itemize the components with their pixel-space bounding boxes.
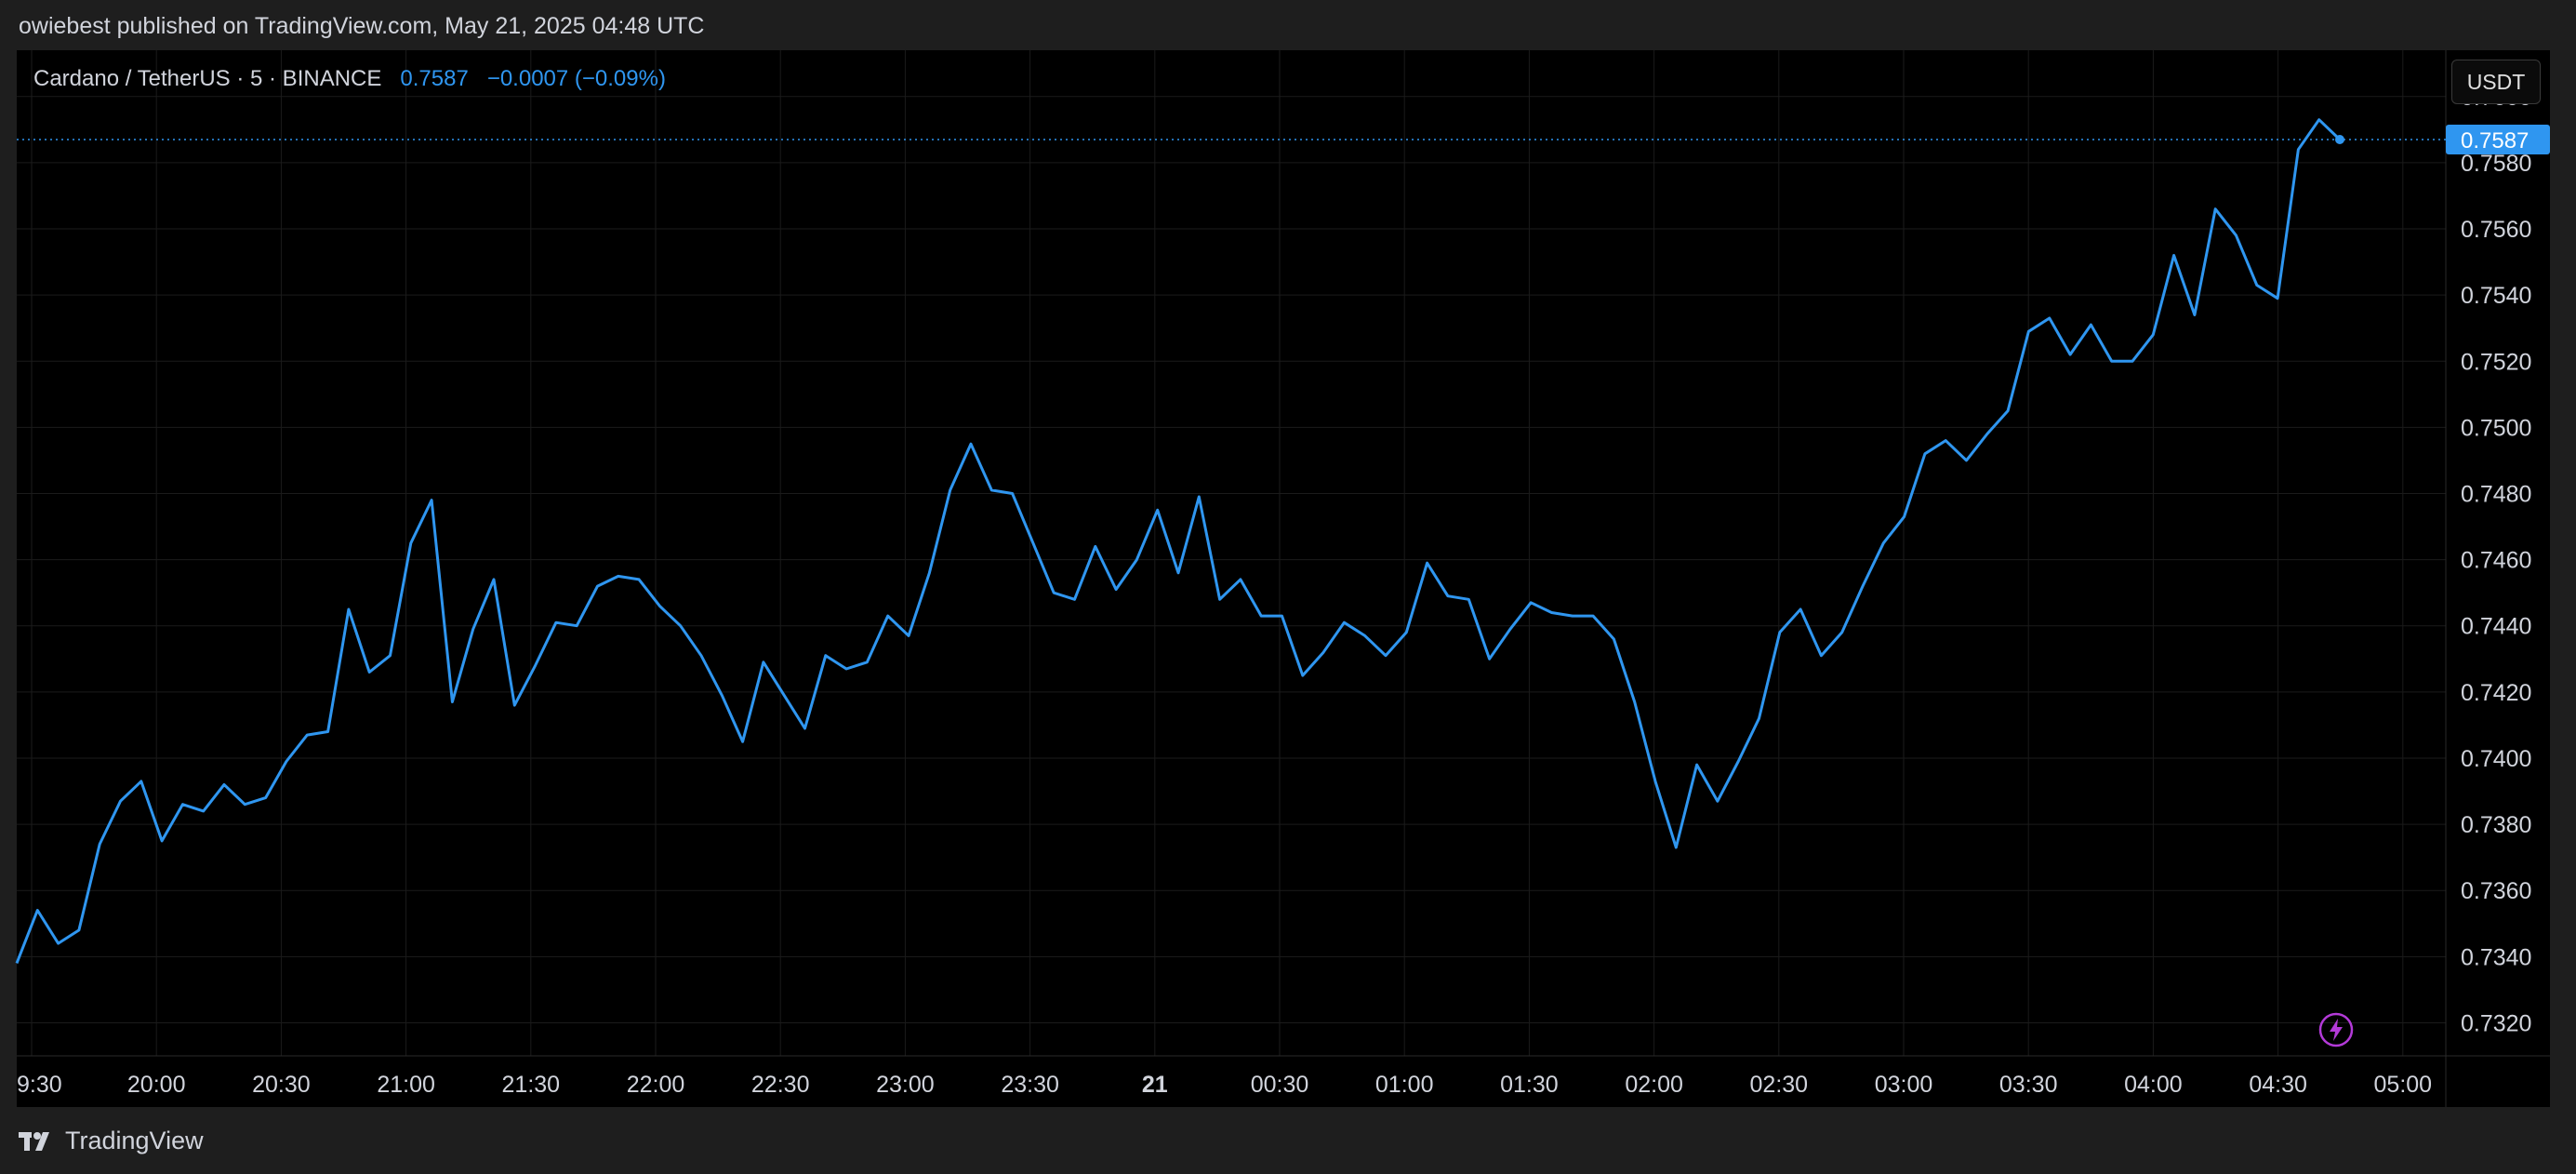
price-axis-labels: 0.76000.75800.75600.75400.75200.75000.74… [2461, 85, 2531, 1037]
price-tick-label: 0.7500 [2461, 415, 2531, 441]
time-tick-label: 03:00 [1875, 1072, 1933, 1098]
time-tick-label: 9:30 [17, 1072, 62, 1098]
time-tick-label: 20:30 [252, 1072, 311, 1098]
time-tick-label: 01:30 [1500, 1072, 1559, 1098]
time-tick-label: 02:30 [1750, 1072, 1809, 1098]
grid-layer [17, 50, 2446, 1056]
legend-price: 0.7587 [400, 66, 469, 91]
time-tick-label: 21:30 [502, 1072, 561, 1098]
tradingview-logo-icon [19, 1131, 49, 1151]
last-price-label: 0.7587 [2446, 125, 2550, 155]
time-tick-label: 02:00 [1625, 1072, 1683, 1098]
currency-button[interactable]: USDT [2451, 60, 2541, 104]
price-tick-label: 0.7440 [2461, 614, 2531, 640]
price-tick-label: 0.7320 [2461, 1010, 2531, 1036]
time-tick-label: 03:30 [1999, 1072, 2058, 1098]
price-series-line [15, 118, 2342, 964]
price-tick-label: 0.7380 [2461, 812, 2531, 838]
price-tick-label: 0.7460 [2461, 548, 2531, 574]
price-tick-label: 0.7520 [2461, 349, 2531, 375]
price-tick-label: 0.7340 [2461, 944, 2531, 970]
footer-brand[interactable]: TradingView [19, 1127, 204, 1155]
time-tick-label: 20:00 [127, 1072, 186, 1098]
time-tick-label: 21 [1142, 1072, 1168, 1098]
price-tick-label: 0.7560 [2461, 217, 2531, 243]
brand-name: TradingView [65, 1127, 204, 1154]
symbol-title: Cardano / TetherUS · 5 · BINANCE [33, 66, 382, 91]
price-tick-label: 0.7360 [2461, 878, 2531, 904]
last-price-dot [2335, 135, 2344, 145]
price-tick-label: 0.7480 [2461, 481, 2531, 507]
price-tick-label: 0.7420 [2461, 680, 2531, 706]
time-axis-labels: 9:30 20:00 20:30 21:00 21:30 22:00 22:30 23:00 2… [17, 1072, 2432, 1098]
symbol-legend: Cardano / TetherUS · 5 · BINANCE 0.7587 … [33, 66, 666, 92]
time-tick-label: 23:30 [1001, 1072, 1059, 1098]
price-tick-label: 0.7400 [2461, 746, 2531, 772]
time-tick-label: 21:00 [377, 1072, 435, 1098]
time-tick-label: 05:00 [2374, 1072, 2433, 1098]
svg-text:0.7587: 0.7587 [2461, 128, 2529, 153]
time-tick-label: 04:00 [2124, 1072, 2183, 1098]
time-tick-label: 00:30 [1251, 1072, 1309, 1098]
time-tick-label: 01:00 [1375, 1072, 1434, 1098]
price-tick-label: 0.7580 [2461, 151, 2531, 177]
price-chart[interactable]: 0.76000.75800.75600.75400.75200.75000.74… [0, 0, 2576, 1174]
time-tick-label: 23:00 [876, 1072, 935, 1098]
lightning-icon[interactable] [2318, 1012, 2354, 1047]
time-tick-label: 22:00 [627, 1072, 685, 1098]
legend-change: −0.0007 (−0.09%) [486, 66, 666, 91]
time-tick-label: 22:30 [751, 1072, 810, 1098]
price-tick-label: 0.7540 [2461, 283, 2531, 309]
time-tick-label: 04:30 [2249, 1072, 2307, 1098]
